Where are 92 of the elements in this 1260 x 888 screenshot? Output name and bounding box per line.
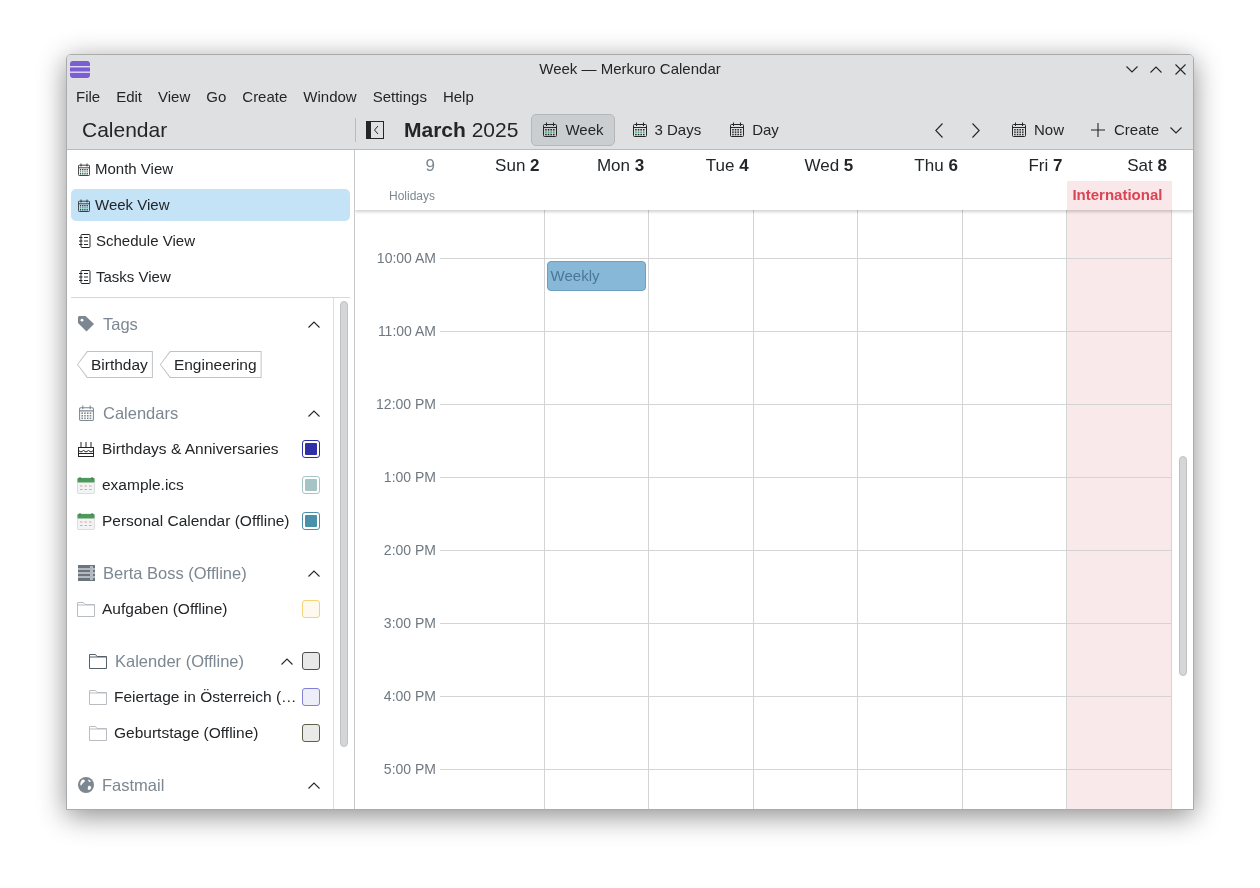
all-day-label: Holidays <box>388 187 435 205</box>
create-button[interactable]: Create <box>1082 114 1190 146</box>
hour-label: 5:00 PM <box>383 760 436 778</box>
day-header: Tue 4 <box>705 154 749 177</box>
day-header: Thu 6 <box>914 154 958 177</box>
week-number: 9 <box>425 154 435 177</box>
sidebar-toggle-icon <box>366 121 384 139</box>
calendar-checkbox[interactable] <box>302 688 320 706</box>
chevron-down-icon <box>1126 65 1138 73</box>
sidebar-title: Calendar <box>82 117 168 144</box>
list-icon <box>78 270 91 284</box>
collection-header: Kalender (Offline) <box>115 650 244 672</box>
hour-label: 11:00 AM <box>377 322 436 340</box>
all-day-event[interactable]: International <box>1067 181 1172 210</box>
day-header: Mon 3 <box>596 154 645 177</box>
menu-item[interactable]: Edit <box>108 85 151 109</box>
hour-label: 1:00 PM <box>383 468 436 486</box>
day-header: Fri 7 <box>1028 154 1063 177</box>
chevron-left-icon <box>934 122 943 138</box>
calendar-checkbox[interactable] <box>302 724 320 742</box>
calendar-icon <box>78 404 95 422</box>
sidebar-item[interactable]: Tasks View <box>71 261 350 293</box>
folder-icon <box>89 689 107 705</box>
chevron-up-icon <box>1150 65 1162 73</box>
collapse-chevron-icon[interactable] <box>308 320 320 328</box>
day-header: Sat 8 <box>1127 154 1167 177</box>
calendar-checkbox[interactable] <box>302 440 320 458</box>
section-header: Tags <box>103 313 138 335</box>
day-header: Wed 5 <box>804 154 854 177</box>
caret-icon <box>1170 126 1182 134</box>
tag-icon <box>78 316 95 332</box>
hour-label: 10:00 AM <box>376 249 436 267</box>
collapse-chevron-icon[interactable] <box>308 569 320 577</box>
menu-item[interactable]: Window <box>295 85 365 109</box>
menu-item[interactable]: Create <box>234 85 296 109</box>
calendar-name: Aufgaben (Offline) <box>102 599 228 620</box>
calendar-icon <box>77 476 95 494</box>
folder-icon <box>89 653 107 669</box>
menu-item[interactable]: Settings <box>364 85 435 109</box>
sidebar-item[interactable]: Schedule View <box>71 225 350 257</box>
view-tab[interactable]: Day <box>718 114 790 146</box>
folder-icon <box>77 601 95 617</box>
scrollbar-thumb[interactable] <box>1179 456 1188 676</box>
month-heading: March 2025 <box>404 117 519 144</box>
hour-label: 4:00 PM <box>383 687 436 705</box>
tag-chip[interactable]: Engineering <box>159 351 262 378</box>
calendar-checkbox[interactable] <box>302 476 320 494</box>
calendar-name: example.ics <box>102 475 184 496</box>
chevron-right-icon <box>971 122 980 138</box>
calendar-name: Geburtstage (Offline) <box>114 723 259 744</box>
menu-item[interactable]: Help <box>434 85 482 109</box>
tag-chip[interactable]: Birthday <box>77 351 153 378</box>
folder-icon <box>89 725 107 741</box>
menu-item[interactable]: Go <box>198 85 235 109</box>
section-header: Fastmail <box>102 774 165 796</box>
section-header: Berta Boss (Offline) <box>103 562 247 584</box>
collapse-chevron-icon[interactable] <box>281 657 293 665</box>
menu-item[interactable]: View <box>150 85 199 109</box>
calendar-icon <box>631 122 648 138</box>
app-icon <box>70 60 90 78</box>
menu-item[interactable]: File <box>68 85 109 109</box>
collapse-chevron-icon[interactable] <box>308 781 320 789</box>
calendar-icon <box>77 512 95 530</box>
list-icon <box>78 234 91 248</box>
sidebar-item[interactable]: Month View <box>71 153 350 185</box>
now-button[interactable]: Now <box>1002 114 1072 146</box>
close-icon <box>1174 63 1186 75</box>
plus-icon <box>1090 123 1105 137</box>
calendar-name: Personal Calendar (Offline) <box>102 511 290 532</box>
view-tab[interactable]: Week <box>531 114 615 146</box>
calendar-icon <box>542 122 559 138</box>
day-header: Sun 2 <box>495 154 540 177</box>
globe-icon <box>78 777 94 793</box>
calendar-icon <box>78 198 90 212</box>
scrollbar-thumb[interactable] <box>340 301 348 747</box>
calendar-icon <box>78 162 90 176</box>
hour-label: 3:00 PM <box>383 614 436 632</box>
calendar-name: Birthdays & Anniversaries <box>102 439 279 460</box>
calendar-checkbox[interactable] <box>302 512 320 530</box>
calendar-name: Feiertage in Österreich (… <box>114 687 297 708</box>
calendar-icon <box>1010 122 1027 138</box>
view-tab[interactable]: 3 Days <box>620 114 713 146</box>
calendar-checkbox[interactable] <box>302 652 320 670</box>
calendar-icon <box>729 122 746 138</box>
collapse-chevron-icon[interactable] <box>308 409 320 417</box>
sidebar-item[interactable]: Week View <box>71 189 350 221</box>
server-icon <box>78 565 95 581</box>
cake-icon <box>77 441 95 457</box>
window-title: Week — Merkuro Calendar <box>539 58 721 79</box>
hour-label: 12:00 PM <box>376 395 436 413</box>
hour-label: 2:00 PM <box>383 541 436 559</box>
section-header: Calendars <box>103 402 179 424</box>
